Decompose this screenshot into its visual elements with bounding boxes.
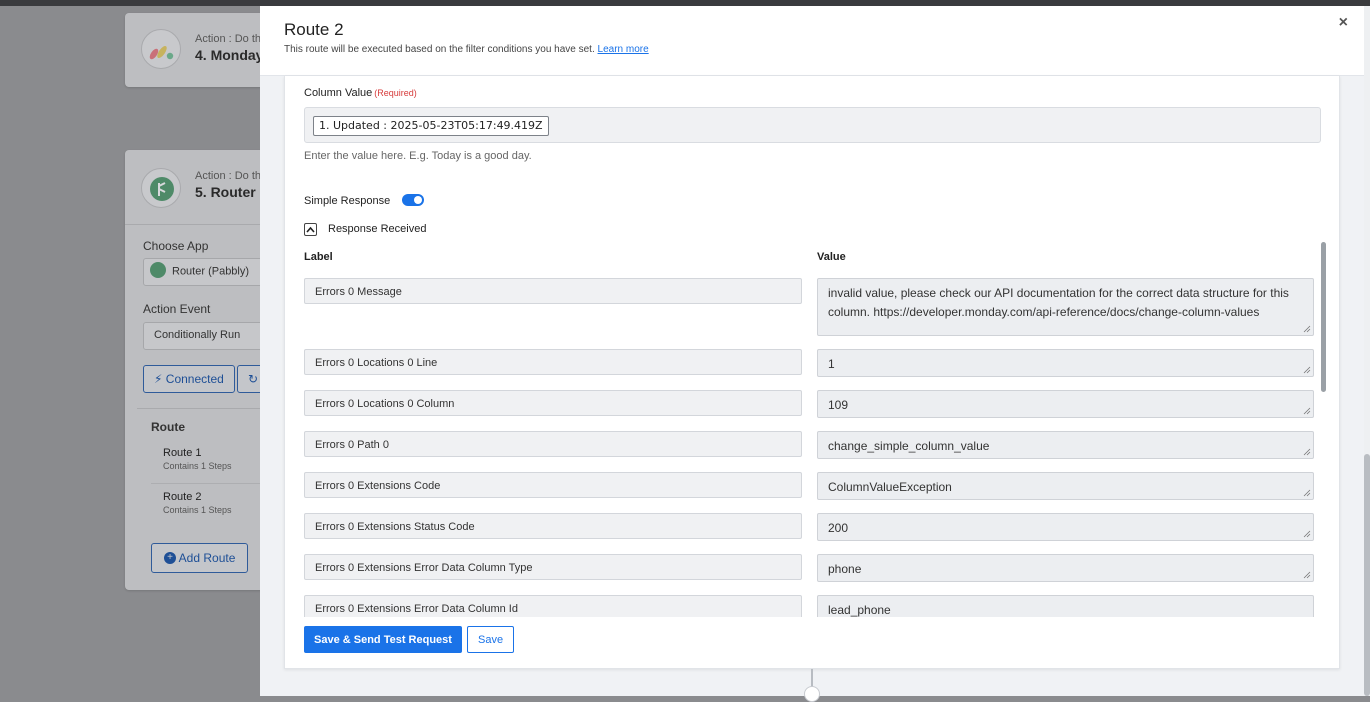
response-value-field[interactable]: invalid value, please check our API docu… <box>817 278 1314 336</box>
action-event-label: Action Event <box>143 302 211 316</box>
simple-response-label: Simple Response <box>304 195 391 207</box>
save-button[interactable]: Save <box>467 626 515 653</box>
route-name: Route 2 <box>163 491 202 503</box>
response-label-field: Errors 0 Extensions Error Data Column Id <box>304 595 802 617</box>
column-value-help: Enter the value here. E.g. Today is a go… <box>304 150 532 162</box>
modal-title: Route 2 <box>284 20 344 39</box>
rows-scrollbar[interactable] <box>1321 242 1326 392</box>
save-send-test-button[interactable]: Save & Send Test Request <box>304 626 462 653</box>
add-route-button[interactable]: + Add Route <box>151 543 249 573</box>
response-value-text: ColumnValueException <box>828 480 952 494</box>
monday-logo-icon <box>141 29 181 69</box>
plug-icon: ⚡ <box>154 372 163 386</box>
response-value-text: 109 <box>828 398 849 412</box>
resize-grip-icon[interactable] <box>1303 448 1311 456</box>
value-column-header: Value <box>817 251 846 263</box>
step-action-label: Action : Do th <box>195 170 262 182</box>
chevron-up-icon <box>306 226 315 233</box>
divider <box>137 408 265 409</box>
step-action-label: Action : Do th <box>195 33 262 45</box>
response-value-text: 200 <box>828 521 849 535</box>
response-value-text: lead_phone <box>828 603 891 617</box>
app-select[interactable]: Router (Pabbly) <box>143 258 273 286</box>
divider <box>125 224 265 225</box>
modal-subtitle-text: This route will be executed based on the… <box>284 44 595 55</box>
response-value-text: 1 <box>828 357 835 371</box>
step-title: 5. Router ( <box>195 184 265 200</box>
resize-grip-icon[interactable] <box>1303 571 1311 579</box>
connected-button[interactable]: ⚡ Connected <box>143 365 235 393</box>
response-label-field: Errors 0 Locations 0 Column <box>304 390 802 416</box>
route-config-panel: Column Value (Required) 1. Updated : 2025… <box>284 76 1340 669</box>
step-title: 4. Monday <box>195 47 264 63</box>
workflow-step-monday[interactable]: Action : Do th 4. Monday <box>125 13 265 87</box>
resize-grip-icon[interactable] <box>1303 325 1311 333</box>
route-item[interactable]: Route 1 Contains 1 Steps <box>163 447 232 471</box>
modal-header: Route 2 This route will be executed base… <box>260 6 1370 76</box>
simple-response-toggle[interactable] <box>402 194 424 206</box>
response-value-field[interactable]: 109 <box>817 390 1314 418</box>
response-value-field[interactable]: lead_phone <box>817 595 1314 617</box>
flow-connector <box>811 669 813 687</box>
response-value-text: phone <box>828 562 862 576</box>
response-value-field[interactable]: change_simple_column_value <box>817 431 1314 459</box>
response-value-field[interactable]: 1 <box>817 349 1314 377</box>
workflow-step-router: Action : Do th 5. Router ( Choose App Ro… <box>125 150 273 590</box>
response-value-field[interactable]: ColumnValueException <box>817 472 1314 500</box>
resize-grip-icon[interactable] <box>1303 366 1311 374</box>
modal-subtitle: This route will be executed based on the… <box>284 44 649 55</box>
connected-label: Connected <box>165 372 224 386</box>
route-heading: Route <box>151 420 185 434</box>
response-value-text: change_simple_column_value <box>828 439 990 453</box>
route-steps: Contains 1 Steps <box>163 505 232 515</box>
response-value-text: invalid value, please check our API docu… <box>828 286 1289 319</box>
response-received-toggle[interactable] <box>304 223 317 236</box>
plus-circle-icon: + <box>164 551 176 564</box>
route-modal: Route 2 This route will be executed base… <box>260 6 1370 702</box>
response-rows[interactable]: Errors 0 Message invalid value, please c… <box>285 278 1315 617</box>
response-value-field[interactable]: 200 <box>817 513 1314 541</box>
router-app-icon <box>150 262 166 278</box>
action-event-select[interactable]: Conditionally Run <box>143 322 273 350</box>
add-route-label: Add Route <box>178 551 236 565</box>
route-name: Route 1 <box>163 447 202 459</box>
response-label-field: Errors 0 Path 0 <box>304 431 802 457</box>
resize-grip-icon[interactable] <box>1303 530 1311 538</box>
column-value-label: Column Value (Required) <box>304 87 417 99</box>
required-tag: (Required) <box>374 88 417 98</box>
route-steps: Contains 1 Steps <box>163 461 232 471</box>
learn-more-link[interactable]: Learn more <box>598 44 649 55</box>
response-label-field: Errors 0 Locations 0 Line <box>304 349 802 375</box>
response-received-label: Response Received <box>328 223 427 235</box>
column-value-label-text: Column Value <box>304 87 373 99</box>
label-column-header: Label <box>304 251 333 263</box>
route-item[interactable]: Route 2 Contains 1 Steps <box>163 491 232 515</box>
router-logo-icon <box>141 168 181 208</box>
response-label-field: Errors 0 Message <box>304 278 802 304</box>
response-label-field: Errors 0 Extensions Status Code <box>304 513 802 539</box>
app-select-value: Router (Pabbly) <box>172 265 250 278</box>
column-value-input[interactable]: 1. Updated : 2025-05-23T05:17:49.419Z <box>304 107 1321 143</box>
action-event-value: Conditionally Run <box>154 329 241 341</box>
response-value-field[interactable]: phone <box>817 554 1314 582</box>
page-scrollbar[interactable] <box>1364 454 1370 696</box>
response-label-field: Errors 0 Extensions Error Data Column Ty… <box>304 554 802 580</box>
close-icon[interactable]: × <box>1339 15 1348 31</box>
divider <box>151 483 265 484</box>
response-label-field: Errors 0 Extensions Code <box>304 472 802 498</box>
resize-grip-icon[interactable] <box>1303 407 1311 415</box>
resize-grip-icon[interactable] <box>1303 489 1311 497</box>
refresh-icon: ↻ <box>248 372 259 386</box>
choose-app-label: Choose App <box>143 239 209 253</box>
add-step-icon[interactable] <box>804 686 820 702</box>
mapped-value-pill[interactable]: 1. Updated : 2025-05-23T05:17:49.419Z <box>313 116 549 136</box>
